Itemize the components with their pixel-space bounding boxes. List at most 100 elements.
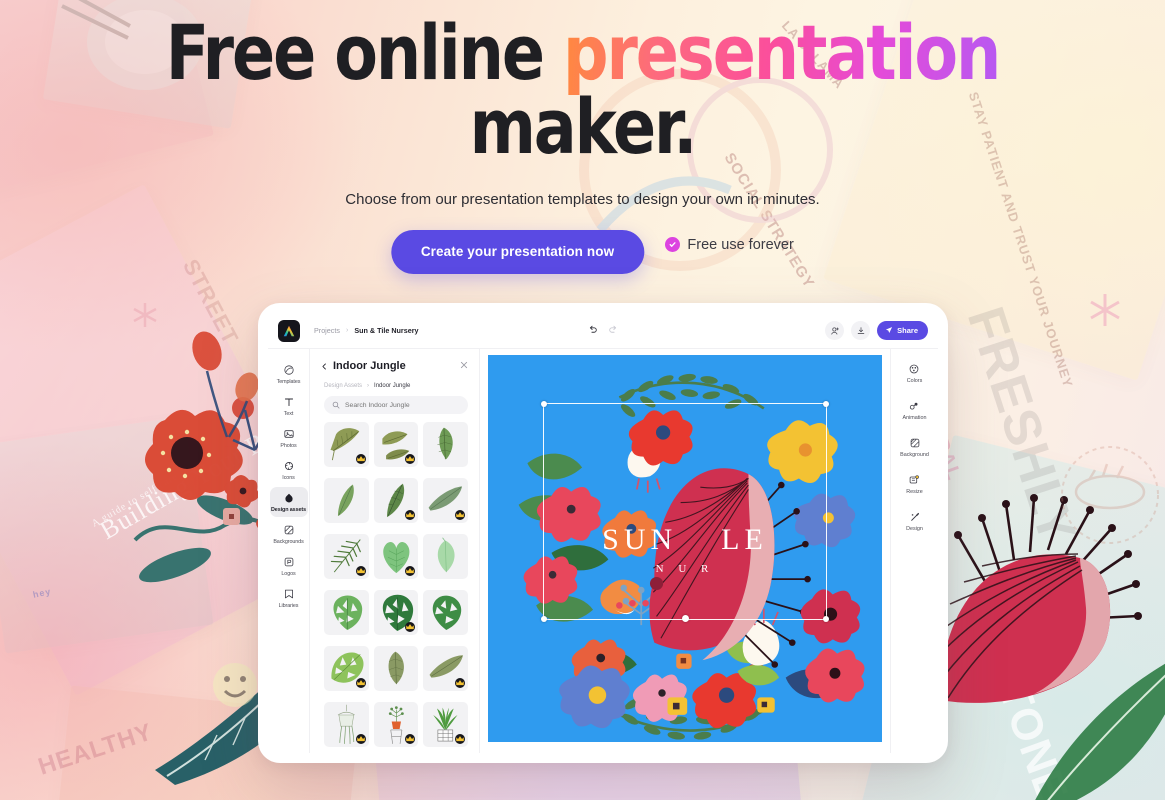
- search-icon: [332, 396, 340, 414]
- headline-part-2: maker.: [469, 82, 698, 172]
- sidebar-item-templates[interactable]: Templates: [270, 359, 308, 389]
- bg-smiley-bottomleft: [213, 663, 257, 707]
- crown-icon: [355, 453, 366, 464]
- panel-breadcrumb-current: Indoor Jungle: [374, 383, 411, 389]
- sidebar-item-libraries[interactable]: Libraries: [270, 583, 308, 613]
- topbar-actions: Share: [825, 321, 928, 340]
- crown-icon: [405, 565, 416, 576]
- bg-bread-stamp-right: [1061, 446, 1159, 544]
- crown-icon: [405, 621, 416, 632]
- asset-monstera-dark[interactable]: [373, 590, 419, 635]
- redo-icon[interactable]: [608, 322, 619, 340]
- asset-heart-leaf-anthurium[interactable]: [373, 534, 419, 579]
- chevron-left-icon[interactable]: [321, 357, 328, 375]
- chevron-right-icon: ›: [345, 327, 349, 334]
- resize-icon: [908, 474, 920, 486]
- sidebar-item-design[interactable]: Design: [906, 507, 923, 536]
- sidebar-item-backgrounds[interactable]: Backgrounds: [270, 519, 308, 549]
- asset-palm-frond[interactable]: [324, 534, 369, 579]
- crown-icon: [455, 677, 465, 688]
- asset-aloe-in-pot[interactable]: [423, 702, 468, 747]
- sidebar-item-photos-label: Photos: [280, 443, 297, 449]
- asset-monstera-split[interactable]: [423, 590, 468, 635]
- bg-leaf-green-bottomright: [1035, 663, 1165, 800]
- crown-icon: [405, 453, 416, 464]
- asset-round-leaf-mint[interactable]: [423, 534, 468, 579]
- search-input[interactable]: [345, 401, 460, 409]
- create-presentation-button[interactable]: Create your presentation now: [390, 229, 645, 274]
- panel-header: Indoor Jungle: [310, 357, 479, 375]
- panel-breadcrumb-root[interactable]: Design Assets: [324, 383, 362, 389]
- design-assets-icon: [283, 492, 295, 504]
- animation-icon: [908, 400, 920, 412]
- panel-breadcrumb: Design Assets › Indoor Jungle: [310, 375, 479, 389]
- sidebar-item-design-assets[interactable]: Design assets: [269, 487, 308, 517]
- sidebar-item-photos[interactable]: Photos: [270, 423, 308, 453]
- crown-icon: [455, 509, 465, 520]
- hero-subheadline: Choose from our presentation templates t…: [345, 190, 820, 208]
- asset-slim-leaf-light[interactable]: [324, 478, 369, 523]
- text-icon: [283, 396, 295, 408]
- sidebar-item-templates-label: Templates: [276, 379, 301, 385]
- cta-row: uired Free use forever Create your prese…: [0, 229, 1165, 276]
- asset-monstera-light[interactable]: [324, 590, 369, 635]
- app-topbar: Projects › Sun & Tile Nursery Share: [268, 313, 938, 349]
- sidebar-item-icons-label: Icons: [282, 475, 295, 481]
- page-title: Free online presentation maker.: [41, 0, 1124, 165]
- tablet-device-frame: Projects › Sun & Tile Nursery Share Temp…: [258, 303, 948, 763]
- undo-redo-group: [588, 322, 619, 340]
- asset-plain-leaf-olive[interactable]: [373, 646, 419, 691]
- asset-monstera-pale[interactable]: [324, 646, 369, 691]
- sidebar-item-icons[interactable]: Icons: [270, 455, 308, 485]
- sidebar-item-design-label: Design: [906, 526, 923, 532]
- asset-grid: [324, 422, 468, 753]
- photos-icon: [283, 428, 295, 440]
- undo-icon[interactable]: [588, 322, 599, 340]
- close-icon[interactable]: [460, 361, 468, 372]
- slide-canvas[interactable]: SUN LE N U R: [488, 355, 882, 742]
- share-button[interactable]: Share: [877, 321, 928, 340]
- asset-wide-leaf-sage[interactable]: [423, 478, 468, 523]
- logos-icon: [283, 556, 295, 568]
- breadcrumb-current: Sun & Tile Nursery: [354, 326, 419, 335]
- breadcrumb: Projects › Sun & Tile Nursery: [314, 326, 419, 335]
- asset-potted-plant-stool[interactable]: [373, 702, 419, 747]
- sidebar-item-libraries-label: Libraries: [278, 603, 299, 609]
- sidebar-item-resize[interactable]: Resize: [906, 470, 923, 499]
- sidebar-item-colors[interactable]: Colors: [907, 359, 922, 388]
- check-circle-icon: [665, 237, 681, 253]
- bg-asterisk-left: [133, 303, 157, 327]
- colors-icon: [908, 363, 920, 375]
- add-collaborator-icon[interactable]: [825, 321, 845, 340]
- backgrounds-icon: [283, 524, 295, 536]
- share-button-label: Share: [897, 326, 918, 335]
- background-icon: [909, 437, 921, 449]
- right-toolbar: Colors Animation Background Resize Desig…: [890, 349, 938, 753]
- asset-hanging-planter[interactable]: [324, 702, 369, 747]
- badge-free-forever: Free use forever: [665, 236, 794, 253]
- crown-icon: [455, 733, 465, 744]
- badge-free-forever-label: Free use forever: [687, 236, 794, 253]
- send-icon: [885, 326, 893, 336]
- crown-icon: [405, 733, 416, 744]
- sidebar-item-logos[interactable]: Logos: [270, 551, 308, 581]
- app-logo-a-icon[interactable]: [278, 319, 300, 342]
- design-editor-app: Projects › Sun & Tile Nursery Share Temp…: [268, 313, 938, 753]
- sidebar-item-background-label: Background: [900, 452, 929, 458]
- sidebar-item-design-assets-label: Design assets: [271, 507, 306, 513]
- asset-banana-leaf-olive[interactable]: [324, 422, 369, 467]
- asset-plain-leaf-sage[interactable]: [423, 646, 468, 691]
- search-field[interactable]: [324, 396, 468, 414]
- sidebar-item-text[interactable]: Text: [270, 391, 308, 421]
- sidebar-item-background[interactable]: Background: [900, 433, 929, 462]
- breadcrumb-root[interactable]: Projects: [314, 326, 340, 335]
- sidebar-item-logos-label: Logos: [281, 571, 296, 577]
- asset-slim-leaf-textured[interactable]: [373, 478, 419, 523]
- crown-icon: [355, 565, 366, 576]
- sidebar-item-animation[interactable]: Animation: [903, 396, 926, 425]
- app-body: Templates Text Photos Icons Design asset…: [268, 349, 938, 753]
- crown-icon: [355, 733, 366, 744]
- download-icon[interactable]: [851, 321, 871, 340]
- asset-double-banana-leaf[interactable]: [373, 422, 419, 467]
- asset-oval-leaf-green[interactable]: [423, 422, 468, 467]
